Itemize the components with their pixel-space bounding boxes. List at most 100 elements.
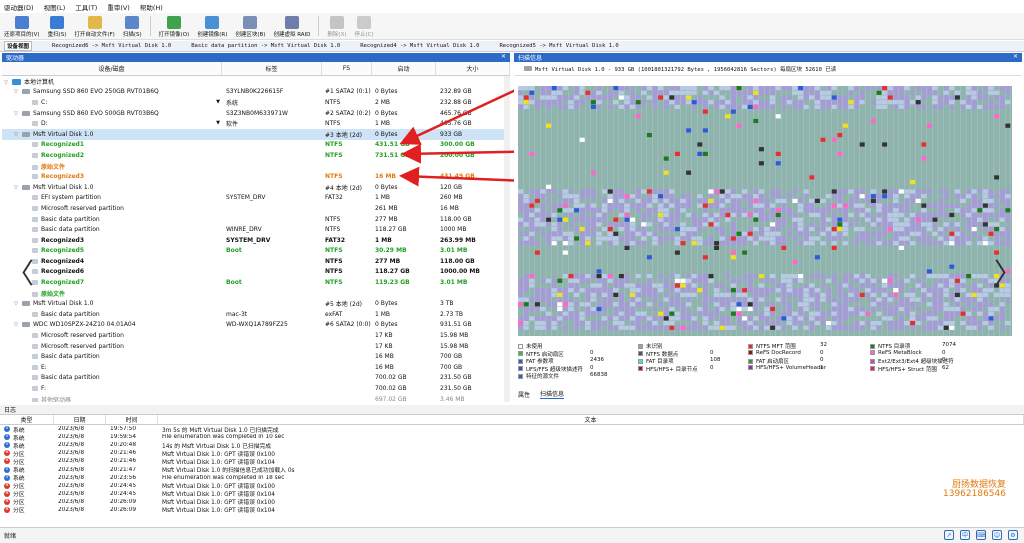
next-image-button[interactable]: 〉: [994, 252, 1022, 292]
menu-item-1[interactable]: 视图(L): [44, 2, 66, 12]
menu-item-3[interactable]: 重审(V): [107, 2, 130, 12]
scan-block: [557, 194, 563, 199]
log-column-date[interactable]: 日期: [54, 415, 106, 424]
column-label[interactable]: 标签: [222, 62, 322, 75]
scan-block: [926, 222, 932, 227]
drive-row[interactable]: ▽ Msft Virtual Disk 1.0 #5 本地 (2d) 0 Bytes 3…: [2, 298, 510, 309]
scan-block: [518, 292, 524, 297]
menu-item-0[interactable]: 驱动器(D): [4, 2, 34, 12]
drive-row[interactable]: ▽ Samsung SSD 860 EVO 250GB RVT01B6Q S3YLN…: [2, 87, 510, 98]
drive-row[interactable]: Microsoft reserved partition 17 KB 15.98 M…: [2, 341, 510, 352]
expand-icon[interactable]: ▽: [14, 301, 22, 307]
document-tab[interactable]: Recognized5 -> Msft Virtual Disk 1.0: [499, 43, 618, 49]
log-column-text[interactable]: 文本: [158, 415, 1024, 424]
log-row[interactable]: i 系统 2023/6/8 19:57:50 3m 5s 的 Msft Virtual …: [0, 425, 1024, 434]
toolbar-button-7[interactable]: 创建虚拟 RAID: [273, 16, 310, 39]
drive-row[interactable]: Microsoft reserved partition 261 MB 16 MB: [2, 203, 510, 214]
expand-icon[interactable]: ▽: [14, 89, 22, 95]
log-row[interactable]: × 分区 2023/6/8 20:26:09 Msft Virtual Disk 1.0…: [0, 506, 1024, 514]
toolbar-button-4[interactable]: 打开镜像(O): [159, 16, 189, 39]
close-icon[interactable]: ✕: [501, 53, 506, 60]
column-device[interactable]: 设备/磁盘: [2, 62, 222, 75]
drive-row[interactable]: Basic data partition 700.02 GB 231.50 GB: [2, 373, 510, 384]
document-tab[interactable]: Recognized4 -> Msft Virtual Disk 1.0: [360, 43, 479, 49]
column-size[interactable]: 大小: [436, 62, 510, 75]
drive-row[interactable]: Recognized6 NTFS 118.27 GB 1000.00 MB: [2, 267, 510, 278]
menu-item-2[interactable]: 工具(T): [75, 2, 97, 12]
drive-row[interactable]: ▽ 本地计算机: [2, 76, 510, 87]
log-column-type[interactable]: 类型: [0, 415, 54, 424]
column-fs[interactable]: FS: [322, 62, 372, 75]
toolbar-button-3[interactable]: 扫描(S): [123, 16, 142, 39]
expand-icon[interactable]: ▽: [14, 322, 22, 328]
input-method-icon[interactable]: ⌨: [976, 530, 986, 540]
toolbar-button-8[interactable]: 删除(X): [327, 16, 346, 39]
user-icon[interactable]: ☺: [992, 530, 1002, 540]
drive-row[interactable]: Basic data partition mac-3t exFAT 1 MB 2.73 …: [2, 309, 510, 320]
drive-row[interactable]: C: ▼ 系统 NTFS 2 MB 232.88 GB: [2, 97, 510, 108]
drive-row[interactable]: Basic data partition NTFS 277 MB 118.00 GB: [2, 214, 510, 225]
scan-block: [988, 306, 994, 312]
scan-block: [630, 316, 636, 321]
drive-row[interactable]: Basic data partition 16 MB 700 GB: [2, 351, 510, 362]
expand-icon[interactable]: ▽: [14, 132, 22, 138]
log-column-time[interactable]: 时间: [106, 415, 158, 424]
tab-properties[interactable]: 属性: [518, 390, 530, 399]
menu-item-4[interactable]: 帮助(H): [140, 2, 163, 12]
expand-icon[interactable]: ▽: [4, 80, 12, 86]
toolbar-button-9[interactable]: 停止(C): [354, 16, 374, 39]
drive-row[interactable]: E: 16 MB 700 GB: [2, 362, 510, 373]
drive-row[interactable]: ▽ Msft Virtual Disk 1.0 #4 本地 (2d) 0 Bytes 1…: [2, 182, 510, 193]
scan-map[interactable]: [518, 86, 1012, 336]
drive-size: 933 GB: [440, 130, 463, 138]
dropdown-arrow-icon[interactable]: ▼: [216, 99, 220, 105]
drive-row[interactable]: Recognized3 NTFS 16 MB 431.49 GB: [2, 171, 510, 182]
scan-block: [618, 274, 624, 279]
drive-row[interactable]: ▽ WDC WD10SPZX-24Z10 04.01A04 WD-WXQ1A789F…: [2, 320, 510, 331]
language-icon[interactable]: 中: [960, 530, 970, 540]
drive-row[interactable]: Recognized4 NTFS 277 MB 118.00 GB: [2, 256, 510, 267]
drive-row[interactable]: EFI system partition SYSTEM_DRV FAT32 1 MB 2…: [2, 193, 510, 204]
settings-icon[interactable]: ⚙: [1008, 530, 1018, 540]
previous-image-button[interactable]: 〈: [6, 252, 34, 292]
drive-row[interactable]: 原始文件: [2, 161, 510, 172]
scan-block: [982, 194, 988, 199]
scan-block: [781, 222, 787, 227]
expand-icon[interactable]: ▽: [14, 185, 22, 191]
drive-row[interactable]: D: ▼ 软件 NTFS 1 MB 465.76 GB: [2, 118, 510, 129]
document-tab[interactable]: Recognized6 -> Msft Virtual Disk 1.0: [52, 43, 171, 49]
scan-block: [607, 95, 613, 100]
drive-row[interactable]: ▽ Msft Virtual Disk 1.0 #3 本地 (2d) 0 Bytes 9…: [2, 128, 510, 140]
log-row[interactable]: i 系统 2023/6/8 20:21:47 Msft Virtual Disk 1.0…: [0, 465, 1024, 474]
scan-block: [809, 302, 815, 307]
drives-scrollbar[interactable]: [504, 76, 510, 402]
drive-row[interactable]: Recognized3 SYSTEM_DRV FAT32 1 MB 263.99 MB: [2, 235, 510, 246]
drive-row[interactable]: Basic data partition WINRE_DRV NTFS 118.27 …: [2, 224, 510, 235]
toolbar-button-5[interactable]: 创建镜像(R): [197, 16, 227, 39]
scan-block: [646, 288, 652, 293]
tab-scan-info[interactable]: 扫描信息: [540, 389, 565, 399]
scan-block: [893, 86, 899, 91]
toolbar-button-0[interactable]: 还原项目的(V): [4, 16, 40, 39]
drive-row[interactable]: Recognized2 NTFS 731.51 GB 200.00 GB: [2, 150, 510, 161]
drive-row[interactable]: 其他驱动器 697.02 GB 3.46 MB: [2, 394, 510, 402]
column-start[interactable]: 启动: [372, 62, 436, 75]
scan-block: [663, 198, 669, 203]
scan-block: [842, 316, 848, 321]
drive-row[interactable]: Recognized5 Boot NTFS 30.29 MB 3.01 MB: [2, 246, 510, 257]
document-tab[interactable]: 设备视图: [4, 41, 33, 51]
dropdown-arrow-icon[interactable]: ▼: [216, 120, 220, 126]
close-icon[interactable]: ✕: [1013, 53, 1018, 60]
toolbar-button-2[interactable]: 打开自动文件(F): [74, 16, 115, 39]
drive-row[interactable]: Recognized1 NTFS 431.51 GB 300.00 GB: [2, 140, 510, 151]
expand-icon[interactable]: ↗: [944, 530, 954, 540]
toolbar-button-1[interactable]: 重扫(S): [48, 16, 66, 39]
expand-icon[interactable]: ▽: [14, 111, 22, 117]
drive-row[interactable]: ▽ Samsung SSD 860 EVO 500GB RVT03B6Q S3Z3N…: [2, 108, 510, 119]
drive-row[interactable]: Microsoft reserved partition 17 KB 15.98 M…: [2, 330, 510, 341]
drive-row[interactable]: Recognized7 Boot NTFS 119.23 GB 3.01 MB: [2, 277, 510, 288]
toolbar-button-6[interactable]: 创建区块(B): [235, 16, 265, 39]
drive-row[interactable]: F: 700.02 GB 231.50 GB: [2, 383, 510, 394]
drive-row[interactable]: 原始文件: [2, 288, 510, 299]
document-tab[interactable]: Basic data partition -> Msft Virtual Dis…: [191, 43, 340, 49]
